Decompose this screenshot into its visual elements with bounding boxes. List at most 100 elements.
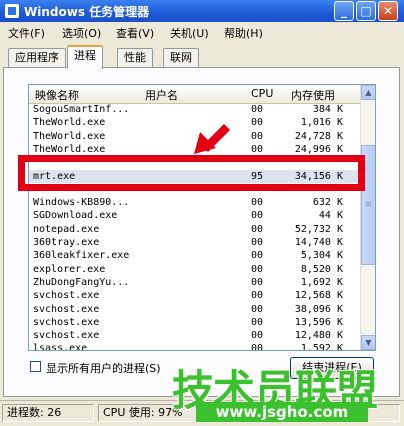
process-cpu: 00 xyxy=(251,343,264,351)
process-cpu: 00 xyxy=(251,237,264,248)
process-cpu: 00 xyxy=(251,223,264,235)
process-name: TheWorld.exe xyxy=(33,117,106,129)
column-image-name[interactable]: 映像名称 xyxy=(35,87,79,103)
process-name: SogouSmartInf... xyxy=(33,104,130,115)
table-row[interactable]: SogouSmartInf... 00 384 K xyxy=(29,103,360,116)
process-cpu: 00 xyxy=(251,290,264,302)
minimize-button[interactable]: _ xyxy=(334,1,354,21)
process-cpu: 00 xyxy=(251,330,264,342)
table-row[interactable] xyxy=(29,183,360,196)
process-name: TheWorld.exe xyxy=(33,130,106,142)
tab-performance[interactable]: 性能 xyxy=(117,48,153,67)
process-memory: 24,728 K xyxy=(294,130,343,142)
red-arrow-icon xyxy=(194,124,230,154)
process-memory: 384 K xyxy=(312,104,343,115)
title-bar[interactable]: Windows 任务管理器 _ □ ✕ xyxy=(0,0,404,22)
process-memory: 38,096 K xyxy=(294,303,343,315)
process-cpu: 00 xyxy=(251,104,264,115)
process-memory: 13,596 K xyxy=(294,316,343,328)
scroll-down-icon[interactable]: ▼ xyxy=(361,335,375,350)
table-row[interactable]: svchost.exe 00 13,596 K xyxy=(29,316,360,329)
process-memory: 632 K xyxy=(312,197,343,209)
process-memory: 12,480 K xyxy=(294,330,343,342)
scroll-up-icon[interactable]: ▲ xyxy=(361,85,375,100)
process-name: explorer.exe xyxy=(33,263,106,275)
menu-view[interactable]: 查看(V) xyxy=(116,25,154,41)
window-title: Windows 任务管理器 xyxy=(24,5,150,19)
table-row[interactable]: svchost.exe 00 38,096 K xyxy=(29,303,360,316)
process-memory: 44 K xyxy=(318,210,343,222)
process-name: SGDownload.exe xyxy=(33,210,118,222)
table-row[interactable]: SGDownload.exe 00 44 K xyxy=(29,209,360,222)
process-memory: 8,520 K xyxy=(300,263,343,275)
end-process-button[interactable]: 结束进程(E) xyxy=(290,357,374,379)
process-name: 360leakfixer.exe xyxy=(33,250,130,262)
process-memory: 1,592 K xyxy=(300,343,343,351)
process-name: TheWorld.exe xyxy=(33,143,106,155)
process-memory: 52,732 K xyxy=(294,223,343,235)
process-name: svchost.exe xyxy=(33,330,100,342)
process-memory: 34,156 K xyxy=(294,170,343,182)
table-row[interactable]: lsass.exe 00 1,592 K xyxy=(29,342,360,351)
process-name: lsass.exe xyxy=(33,343,88,351)
table-row[interactable]: 360leakfixer.exe 00 5,304 K xyxy=(29,249,360,262)
tab-strip: 应用程序 进程 性能 联网 xyxy=(0,44,404,69)
process-name: 360tray.exe xyxy=(33,237,100,248)
table-row[interactable]: 360tray.exe 00 14,740 K xyxy=(29,236,360,249)
table-row[interactable]: ZhuDongFangYu... 00 1,692 K xyxy=(29,276,360,289)
process-memory: 5,304 K xyxy=(300,250,343,262)
tab-processes[interactable]: 进程 xyxy=(67,45,103,69)
menu-file[interactable]: 文件(F) xyxy=(8,25,45,41)
process-cpu: 00 xyxy=(251,130,264,142)
process-cpu: 00 xyxy=(251,263,264,275)
menu-shutdown[interactable]: 关机(U) xyxy=(170,25,209,41)
process-cpu: 00 xyxy=(251,303,264,315)
process-name: svchost.exe xyxy=(33,290,100,302)
column-user-name[interactable]: 用户名 xyxy=(145,87,178,103)
tab-applications[interactable]: 应用程序 xyxy=(8,48,66,67)
show-all-users-checkbox[interactable] xyxy=(30,361,41,372)
table-row[interactable]: Windows-KB890... 00 632 K xyxy=(29,196,360,209)
status-commit-charge xyxy=(212,404,400,422)
process-name: ZhuDongFangYu... xyxy=(33,276,130,288)
status-process-count: 进程数: 26 xyxy=(2,404,94,422)
scroll-thumb[interactable]: ≡ xyxy=(361,145,375,265)
column-memory[interactable]: 内存使用 xyxy=(291,87,335,103)
table-row[interactable]: svchost.exe 00 12,568 K xyxy=(29,289,360,302)
tab-networking[interactable]: 联网 xyxy=(163,48,199,67)
process-cpu: 00 xyxy=(251,117,264,129)
show-all-users-label: 显示所有用户的进程(S) xyxy=(46,362,161,375)
process-name: svchost.exe xyxy=(33,303,100,315)
process-memory: 14,740 K xyxy=(294,237,343,248)
process-memory: 24,996 K xyxy=(294,143,343,155)
process-name: mrt.exe xyxy=(33,170,76,182)
status-cpu-usage: CPU 使用: 97% xyxy=(98,404,208,422)
process-name: Windows-KB890... xyxy=(33,197,130,209)
process-cpu: 00 xyxy=(251,143,264,155)
menu-help[interactable]: 帮助(H) xyxy=(224,25,263,41)
process-cpu: 00 xyxy=(251,276,264,288)
column-cpu[interactable]: CPU xyxy=(251,87,273,100)
vertical-scrollbar[interactable]: ▲ ≡ ▼ xyxy=(360,85,375,350)
process-cpu: 00 xyxy=(251,197,264,209)
process-cpu: 95 xyxy=(251,170,264,182)
process-cpu: 00 xyxy=(251,210,264,222)
process-name: svchost.exe xyxy=(33,316,100,328)
table-row[interactable]: svchost.exe 00 12,480 K xyxy=(29,329,360,342)
status-bar: 进程数: 26 CPU 使用: 97% xyxy=(0,400,404,426)
table-row-selected[interactable]: mrt.exe 95 34,156 K xyxy=(29,169,360,183)
process-memory: 1,692 K xyxy=(300,276,343,288)
process-memory: 1,016 K xyxy=(300,117,343,129)
table-row[interactable]: explorer.exe 00 8,520 K xyxy=(29,263,360,276)
menu-options[interactable]: 选项(O) xyxy=(62,25,101,41)
maximize-button[interactable]: □ xyxy=(356,1,376,21)
table-row[interactable]: notepad.exe 00 52,732 K xyxy=(29,223,360,236)
menu-bar: 文件(F) 选项(O) 查看(V) 关机(U) 帮助(H) xyxy=(0,22,404,42)
process-memory: 12,568 K xyxy=(294,290,343,302)
process-cpu: 00 xyxy=(251,250,264,262)
list-header: 映像名称 用户名 CPU 内存使用 xyxy=(29,85,360,104)
process-cpu: 00 xyxy=(251,316,264,328)
close-button[interactable]: ✕ xyxy=(378,1,398,21)
process-name: notepad.exe xyxy=(33,223,100,235)
task-manager-icon xyxy=(5,4,19,18)
